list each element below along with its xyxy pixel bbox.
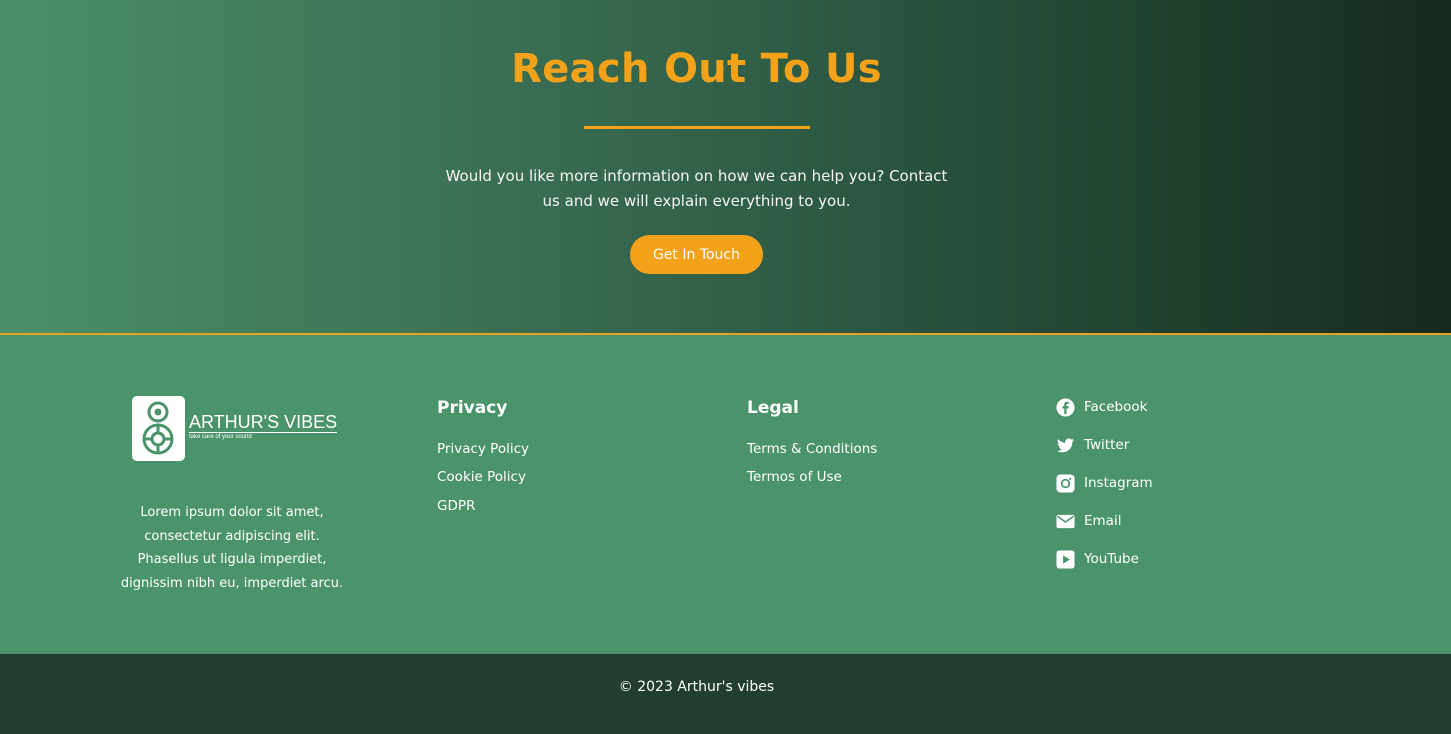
footer: ARTHUR'S VIBES take care of your sound L… [0, 335, 1451, 654]
social-link-twitter[interactable]: Twitter [1056, 435, 1129, 455]
social-link-youtube[interactable]: YouTube [1056, 549, 1139, 569]
legal-heading: Legal [747, 398, 799, 418]
cta-title: Reach Out To Us [511, 46, 882, 92]
logo-speaker-icon[interactable] [132, 396, 185, 461]
privacy-policy-link[interactable]: Privacy Policy [437, 441, 529, 457]
terms-conditions-link[interactable]: Terms & Conditions [747, 441, 877, 457]
social-label: Twitter [1084, 437, 1130, 453]
social-link-facebook[interactable]: Facebook [1056, 397, 1147, 417]
social-label: Instagram [1084, 475, 1153, 491]
gdpr-link[interactable]: GDPR [437, 498, 475, 514]
about-text: Lorem ipsum dolor sit amet, consectetur … [120, 505, 344, 591]
social-label: YouTube [1084, 551, 1139, 567]
title-underline [584, 126, 810, 129]
social-label: Facebook [1084, 399, 1148, 415]
brand-name[interactable]: ARTHUR'S VIBES [189, 412, 338, 433]
social-label: Email [1084, 513, 1122, 529]
email-icon [1056, 512, 1075, 531]
cta-text: Would you like more information on how w… [445, 167, 948, 210]
social-link-email[interactable]: Email [1056, 511, 1121, 531]
bottom-bar: © 2023 Arthur's vibes [0, 654, 1451, 734]
cta-section: Reach Out To Us Would you like more info… [0, 0, 1451, 334]
instagram-icon [1056, 473, 1075, 493]
social-link-instagram[interactable]: Instagram [1056, 473, 1153, 493]
twitter-icon [1056, 436, 1075, 455]
youtube-icon [1056, 549, 1075, 569]
facebook-icon [1056, 397, 1075, 417]
terms-of-use-link[interactable]: Termos of Use [747, 469, 842, 485]
cookie-policy-link[interactable]: Cookie Policy [437, 469, 526, 485]
get-in-touch-button[interactable]: Get In Touch [630, 235, 763, 274]
copyright: © 2023 Arthur's vibes [618, 679, 775, 695]
brand-tagline: take care of your sound [189, 434, 252, 440]
privacy-heading: Privacy [437, 398, 508, 418]
